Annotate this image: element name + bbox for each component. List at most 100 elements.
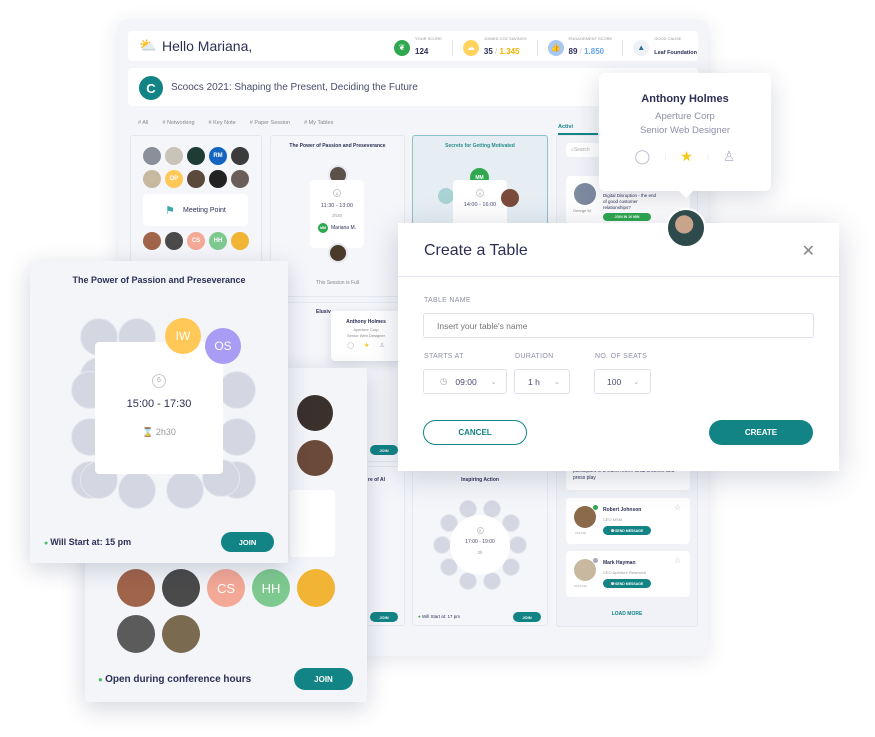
join-button[interactable]: JOIN [370,612,398,622]
stat-engagement: 👍 Engagement Score 89 / 1.850 [547,36,612,59]
avatar[interactable] [297,569,335,607]
avatar[interactable] [297,395,333,431]
networking-status: ● Open during conference hours [98,674,252,685]
avatar[interactable]: OS [205,328,241,364]
host-avatar[interactable]: MM [317,223,328,233]
profile-popup-small: Anthony Holmes Aperture Corp Senior Web … [331,311,401,361]
tag-networking[interactable]: # Networking [162,120,194,126]
avatar[interactable] [165,147,183,165]
avatar[interactable] [209,170,227,188]
seats-select[interactable]: 100 ⌄ [594,369,651,394]
seat[interactable] [218,418,256,456]
tag-filters: # All # Networking # Key Note # Paper Se… [138,120,333,126]
join-button[interactable]: JOIN [221,532,274,552]
close-icon[interactable]: ✕ [802,241,815,261]
avatar[interactable]: CS [207,569,245,607]
avatar[interactable] [574,506,596,528]
star-icon[interactable]: ☆ [674,503,681,512]
cloud-icon: ☁ [462,39,479,56]
avatar[interactable] [187,170,205,188]
flag-icon: ⚑ [165,204,176,217]
avatar[interactable]: DP [165,170,183,188]
chat-icon[interactable]: ◯ [347,342,354,349]
offline-indicator [593,558,598,563]
avatar[interactable] [297,440,333,476]
send-message-button[interactable]: 💬 SEND MESSAGE [603,526,651,535]
session-status: ● Will Start at: 15 pm [44,537,132,547]
stat-score: ❦ Your Score 124 [394,36,442,59]
avatar[interactable] [231,170,249,188]
avatar[interactable]: IW [165,318,201,354]
seat[interactable] [438,188,454,204]
cancel-button[interactable]: CANCEL [423,420,527,445]
avatar[interactable]: HH [252,569,290,607]
thumbs-up-icon: 👍 [547,39,564,56]
session-status: ● Will Start at: 17 pm [418,614,460,619]
activity-title: Digital Disruption - the end of good cus… [603,193,657,210]
starts-at-select[interactable]: ◷ 09:00 ⌄ [423,369,507,394]
avatar[interactable] [143,232,161,250]
tab-activity[interactable]: Activi [558,124,573,130]
send-message-button[interactable]: 💬 SEND MESSAGE [603,579,651,588]
user-icon[interactable]: ♙ [723,148,736,165]
tag-all[interactable]: # All [138,120,148,126]
tag-paper-session[interactable]: # Paper Session [250,120,290,126]
user-icon[interactable]: ♙ [379,342,384,349]
avatar[interactable] [143,170,161,188]
seat[interactable] [433,536,451,554]
avatar[interactable] [162,615,200,653]
tag-my-tables[interactable]: # My Tables [304,120,333,126]
duration-select[interactable]: 1 h ⌄ [514,369,570,394]
chat-icon[interactable]: ◯ [635,148,651,165]
meeting-point[interactable]: ⚑ Meeting Point [143,194,248,226]
avatar[interactable] [574,183,596,205]
avatar[interactable] [117,615,155,653]
star-icon[interactable]: ★ [680,148,693,165]
seat[interactable] [118,471,156,509]
avatar[interactable] [328,243,348,263]
seat[interactable] [166,471,204,509]
table-name-input[interactable] [423,313,814,338]
tag-key-note[interactable]: # Key Note [209,120,236,126]
join-in-button[interactable]: JOIN IN 10 MIN [603,213,651,221]
join-button[interactable]: JOIN [513,612,541,622]
avatar[interactable]: HH [209,232,227,250]
avatar[interactable] [231,232,249,250]
seat[interactable] [218,371,256,409]
avatar[interactable] [162,569,200,607]
seat[interactable] [482,572,501,591]
avatar[interactable]: CS [187,232,205,250]
avatar[interactable] [165,232,183,250]
avatar[interactable] [231,147,249,165]
table-center: 6 11:30 - 13:00 2h30 MM Mariana M. [310,180,364,248]
foundation-logo: ▲ [633,39,650,56]
star-icon[interactable]: ★ [364,342,369,349]
avatar[interactable] [187,147,205,165]
session-title: Secrets for Getting Motivated [445,143,515,149]
profile-role: Senior Web Designer [639,125,731,136]
star-icon[interactable]: ☆ [674,556,681,565]
seat[interactable] [459,572,478,591]
session-duration: ⌛ 2h30 [142,427,176,437]
avatar-row: RM [143,147,249,165]
create-button[interactable]: CREATE [709,420,813,445]
event-title: Scoocs 2021: Shaping the Present, Decidi… [171,82,418,93]
avatar[interactable]: RM [209,147,227,165]
seats-count: 6 [152,374,166,388]
avatar[interactable] [666,208,706,248]
divider [451,39,453,56]
avatar[interactable] [574,559,596,581]
avatar[interactable] [501,189,519,207]
join-button[interactable]: JOIN [370,445,398,455]
session-title: Inspiring Action [461,477,499,483]
avatar[interactable] [143,147,161,165]
table-center: 6 15:00 - 17:30 ⌛ 2h30 [95,342,223,474]
session-title: re of AI [368,477,386,483]
seat[interactable] [509,536,527,554]
avatar[interactable] [117,569,155,607]
meeting-point[interactable] [290,490,335,557]
load-more-button[interactable]: LOAD MORE [556,611,698,617]
hourglass-icon: ⌛ [142,427,156,437]
avatar-row: CS HH [117,569,335,607]
join-button[interactable]: JOIN [294,668,353,690]
